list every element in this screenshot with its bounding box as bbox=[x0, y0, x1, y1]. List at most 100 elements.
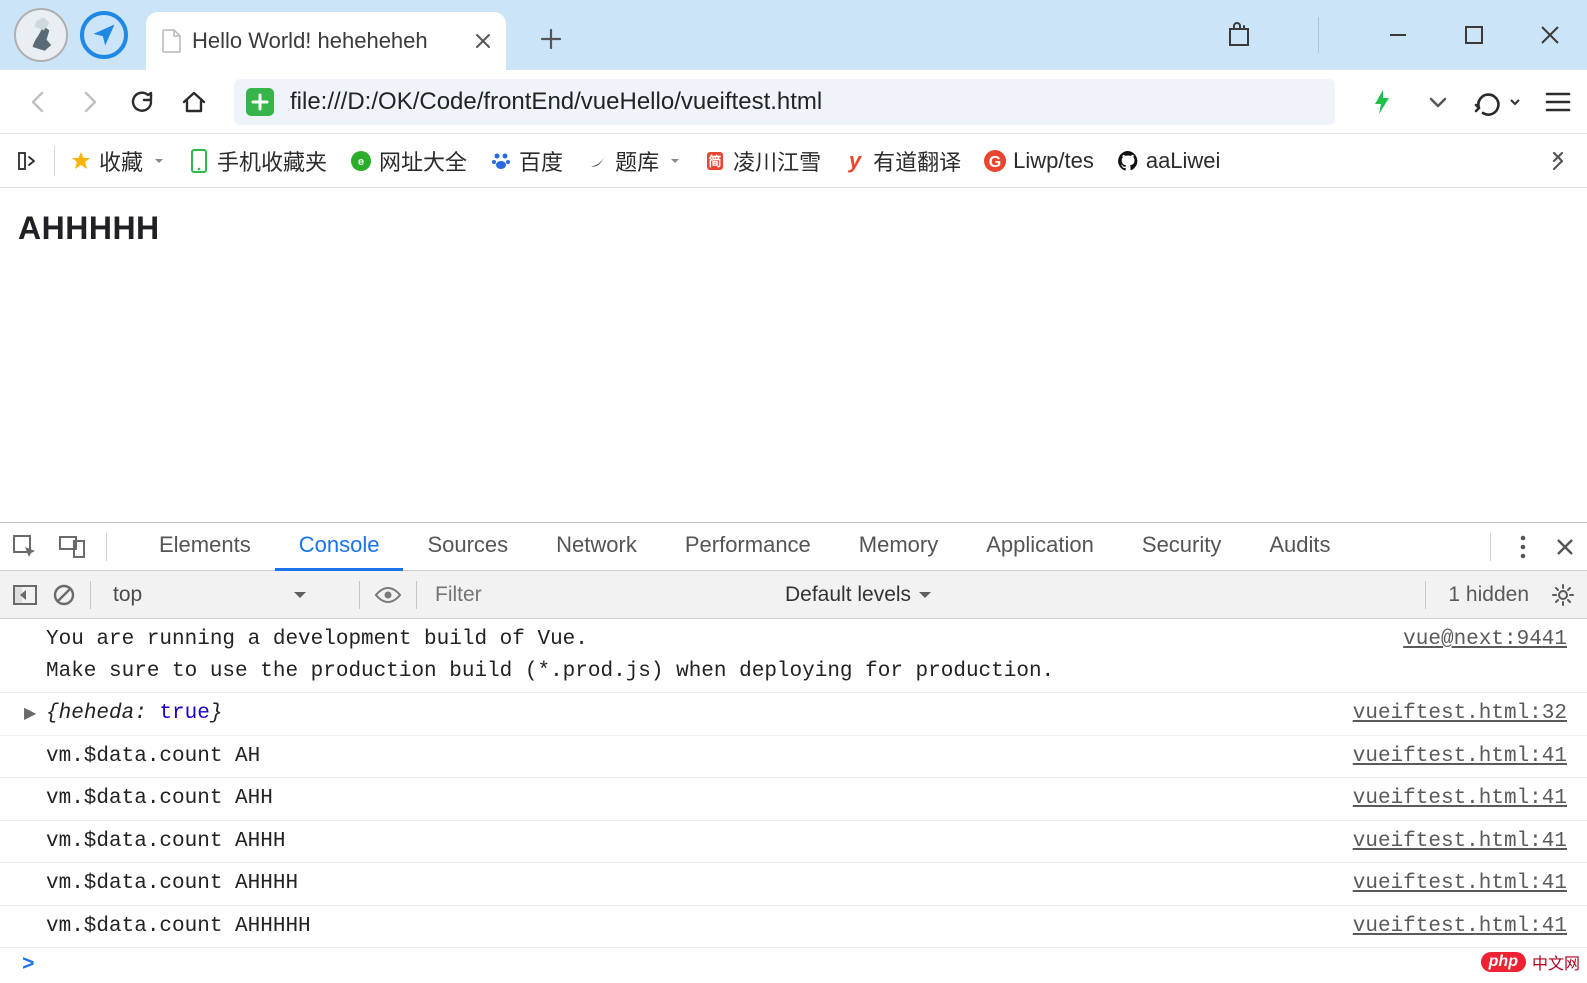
lightning-icon[interactable] bbox=[1371, 88, 1393, 116]
console-source-link[interactable]: vueiftest.html:41 bbox=[1353, 783, 1567, 815]
device-toggle-icon[interactable] bbox=[58, 534, 86, 560]
devtools: ElementsConsoleSourcesNetworkPerformance… bbox=[0, 522, 1587, 983]
separator bbox=[54, 146, 55, 176]
devtools-tab-security[interactable]: Security bbox=[1118, 522, 1245, 571]
console-prompt[interactable]: > bbox=[0, 948, 1587, 983]
profile-avatar[interactable] bbox=[14, 8, 68, 62]
devtools-tab-audits[interactable]: Audits bbox=[1245, 522, 1354, 571]
console-settings-icon[interactable] bbox=[1551, 583, 1575, 607]
bookmark-item[interactable]: G Liwp/tes bbox=[983, 148, 1094, 174]
chevron-down-icon bbox=[669, 156, 681, 166]
separator bbox=[1318, 17, 1319, 53]
console-source-link[interactable]: vueiftest.html:41 bbox=[1353, 911, 1567, 943]
watermark-badge: php bbox=[1481, 952, 1526, 972]
console-filter-input[interactable] bbox=[431, 577, 771, 613]
console-toolbar: top Default levels 1 hidden bbox=[0, 571, 1587, 619]
bookmark-item[interactable]: aaLiwei bbox=[1116, 148, 1221, 174]
console-source-link[interactable]: vueiftest.html:32 bbox=[1353, 698, 1567, 730]
separator bbox=[90, 581, 91, 609]
levels-label: Default levels bbox=[785, 583, 911, 607]
bookmark-label: 手机收藏夹 bbox=[217, 145, 327, 177]
devtools-tab-elements[interactable]: Elements bbox=[135, 522, 275, 571]
browser-tab[interactable]: Hello World! heheheheh bbox=[146, 12, 506, 70]
log-levels-select[interactable]: Default levels bbox=[785, 583, 933, 607]
bookmark-label: 网址大全 bbox=[379, 145, 467, 177]
close-tab-icon[interactable] bbox=[474, 32, 492, 50]
bookmark-item[interactable]: 题库 bbox=[585, 145, 681, 177]
console-message: {heheda: true} bbox=[46, 698, 1353, 730]
y-icon: y bbox=[843, 149, 867, 173]
bookmark-item[interactable]: 手机收藏夹 bbox=[187, 145, 327, 177]
back-button[interactable] bbox=[16, 89, 60, 115]
github-icon bbox=[1116, 149, 1140, 173]
bookmarks-bar: 收藏 手机收藏夹 e网址大全百度 题库 简凌川江雪 y有道翻译 G Liwp/tes aaLiw… bbox=[0, 134, 1587, 188]
new-tab-button[interactable] bbox=[528, 26, 574, 52]
reload-button[interactable] bbox=[120, 87, 164, 117]
book-icon: 简 bbox=[703, 149, 727, 173]
live-expression-icon[interactable] bbox=[374, 585, 402, 605]
devtools-tab-console[interactable]: Console bbox=[275, 522, 404, 571]
console-row[interactable]: vm.$data.count AHHvueiftest.html:41 bbox=[0, 778, 1587, 821]
console-source-link[interactable]: vue@next:9441 bbox=[1403, 624, 1567, 687]
chevron-down-icon[interactable] bbox=[1427, 91, 1449, 113]
url-text: file:///D:/OK/Code/frontEnd/vueHello/vue… bbox=[290, 88, 822, 116]
disclosure-triangle-icon[interactable]: ▶ bbox=[24, 702, 36, 726]
console-source-link[interactable]: vueiftest.html:41 bbox=[1353, 868, 1567, 900]
console-source-link[interactable]: vueiftest.html:41 bbox=[1353, 741, 1567, 773]
console-row[interactable]: vm.$data.count AHHHHHvueiftest.html:41 bbox=[0, 906, 1587, 949]
home-button[interactable] bbox=[172, 87, 216, 117]
devtools-tab-application[interactable]: Application bbox=[962, 522, 1118, 571]
bookmark-item[interactable]: 百度 bbox=[489, 145, 563, 177]
context-value: top bbox=[113, 583, 142, 607]
console-message: vm.$data.count AHHHH bbox=[46, 868, 1353, 900]
devtools-tab-network[interactable]: Network bbox=[532, 522, 661, 571]
console-row[interactable]: vm.$data.count AHHHHvueiftest.html:41 bbox=[0, 863, 1587, 906]
side-panel-toggle[interactable] bbox=[16, 149, 40, 173]
bookmark-label: 收藏 bbox=[99, 145, 143, 177]
console-row[interactable]: ▶ {heheda: true} vueiftest.html:32 bbox=[0, 693, 1587, 736]
devtools-menu-icon[interactable] bbox=[1519, 534, 1527, 560]
bookmark-label: 凌川江雪 bbox=[733, 145, 821, 177]
minimize-button[interactable] bbox=[1383, 24, 1413, 46]
devtools-tab-memory[interactable]: Memory bbox=[835, 522, 962, 571]
bookmark-label: Liwp/tes bbox=[1013, 148, 1094, 174]
devtools-tab-performance[interactable]: Performance bbox=[661, 522, 835, 571]
phone-icon bbox=[187, 149, 211, 173]
address-actions bbox=[1361, 88, 1571, 116]
menu-button[interactable] bbox=[1545, 90, 1571, 114]
watermark-text: 中文网 bbox=[1532, 950, 1580, 974]
hidden-count[interactable]: 1 hidden bbox=[1448, 583, 1529, 607]
separator bbox=[359, 581, 360, 609]
undo-button[interactable] bbox=[1473, 88, 1521, 116]
forward-button[interactable] bbox=[68, 89, 112, 115]
devtools-close-icon[interactable] bbox=[1555, 537, 1575, 557]
bookmark-label: 题库 bbox=[615, 145, 659, 177]
console-output: You are running a development build of V… bbox=[0, 619, 1587, 983]
maximize-button[interactable] bbox=[1459, 25, 1489, 45]
extensions-icon[interactable] bbox=[1224, 21, 1254, 49]
console-row[interactable]: vm.$data.count AHvueiftest.html:41 bbox=[0, 736, 1587, 779]
inspect-element-icon[interactable] bbox=[12, 534, 38, 560]
bookmarks-overflow[interactable] bbox=[1547, 152, 1571, 170]
threesixty-icon: e bbox=[349, 149, 373, 173]
bookmark-item[interactable]: y有道翻译 bbox=[843, 145, 961, 177]
console-row[interactable]: You are running a development build of V… bbox=[0, 619, 1587, 693]
console-source-link[interactable]: vueiftest.html:41 bbox=[1353, 826, 1567, 858]
devtools-tab-sources[interactable]: Sources bbox=[403, 522, 532, 571]
chevron-down-icon bbox=[153, 156, 165, 166]
toggle-sidebar-icon[interactable] bbox=[12, 584, 38, 606]
window-close-button[interactable] bbox=[1535, 24, 1565, 46]
bookmark-item[interactable]: e网址大全 bbox=[349, 145, 467, 177]
bookmark-item[interactable]: 简凌川江雪 bbox=[703, 145, 821, 177]
context-select[interactable]: top bbox=[105, 579, 345, 611]
paper-plane-icon[interactable] bbox=[80, 11, 128, 59]
clear-console-icon[interactable] bbox=[52, 583, 76, 607]
site-security-icon[interactable] bbox=[246, 88, 274, 116]
bookmark-item[interactable]: 收藏 bbox=[69, 145, 165, 177]
devtools-tabs: ElementsConsoleSourcesNetworkPerformance… bbox=[0, 523, 1587, 571]
swoosh-icon bbox=[585, 149, 609, 173]
svg-text:G: G bbox=[989, 154, 1001, 171]
url-field[interactable]: file:///D:/OK/Code/frontEnd/vueHello/vue… bbox=[234, 79, 1335, 125]
separator bbox=[106, 533, 107, 561]
console-row[interactable]: vm.$data.count AHHHvueiftest.html:41 bbox=[0, 821, 1587, 864]
